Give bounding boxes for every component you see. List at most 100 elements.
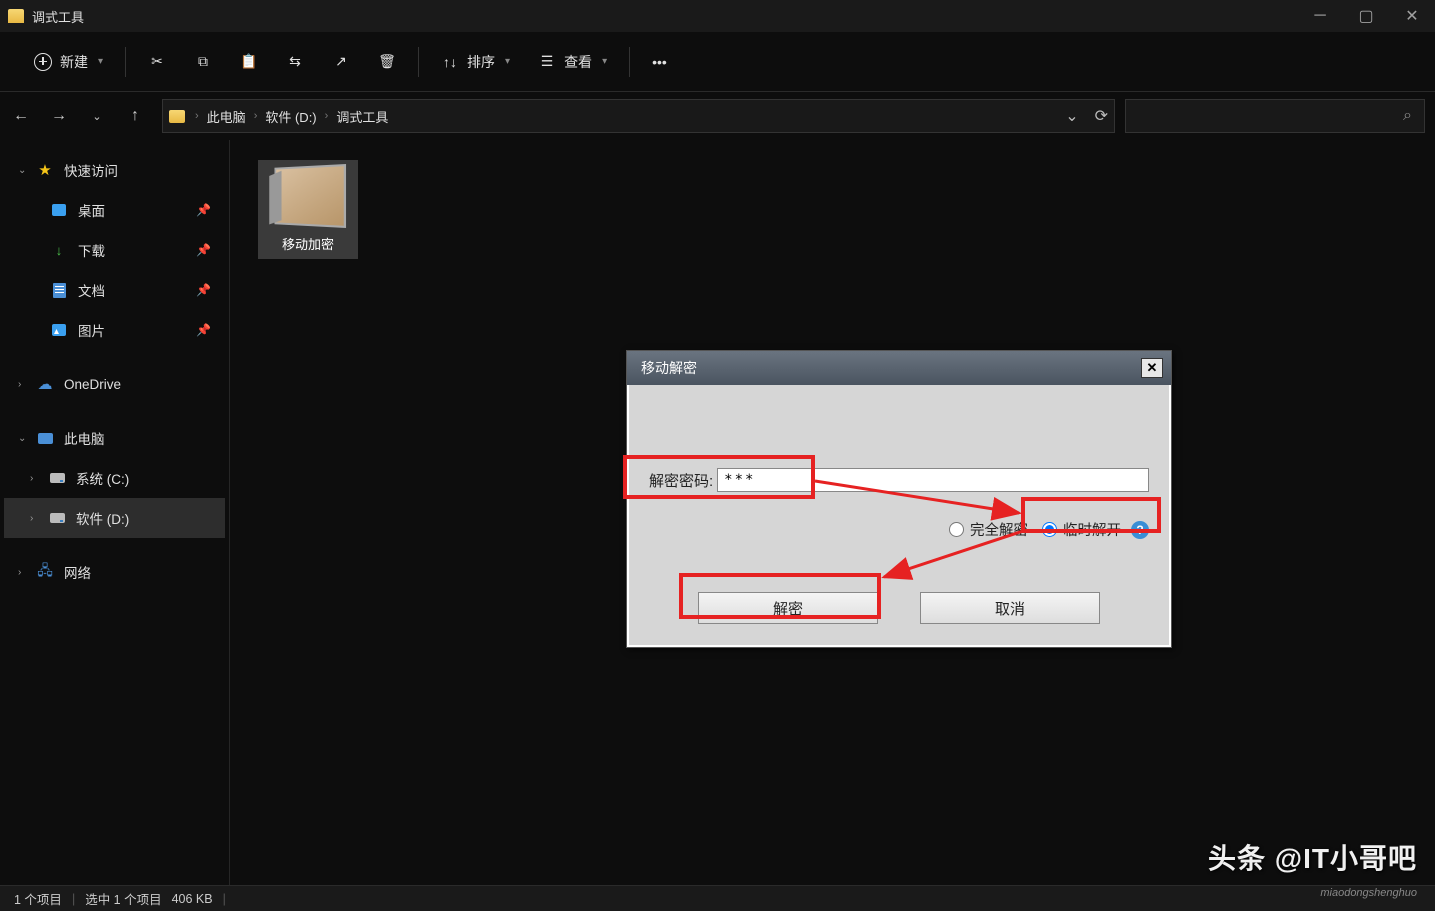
dialog-body: 解密密码: 完全解密 临时解开 ? 解密 取消 — [627, 385, 1171, 647]
pin-icon: 📌 — [196, 283, 211, 297]
window-title: 调式工具 — [32, 7, 1297, 26]
close-button[interactable]: ✕ — [1389, 0, 1435, 32]
decrypt-dialog: 移动解密 ✕ 解密密码: 完全解密 临时解开 ? 解密 取消 — [626, 350, 1172, 648]
cancel-button[interactable]: 取消 — [920, 592, 1100, 624]
sidebar-desktop[interactable]: 桌面 📌 — [4, 190, 225, 230]
sort-label: 排序 — [467, 52, 495, 72]
chevron-right-icon: › — [18, 379, 32, 390]
status-bar: 1 个项目 | 选中 1 个项目 406 KB | — [0, 885, 1435, 911]
sidebar-item-label: 软件 (D:) — [76, 508, 129, 528]
file-item[interactable]: 移动加密 — [258, 160, 358, 259]
breadcrumb-part[interactable]: 此电脑 — [205, 107, 248, 126]
maximize-button[interactable]: ▢ — [1343, 0, 1389, 32]
new-label: 新建 — [60, 52, 88, 72]
sidebar-drive-d[interactable]: › 软件 (D:) — [4, 498, 225, 538]
dialog-button-row: 解密 取消 — [649, 592, 1149, 624]
network-icon: 🖧 — [36, 564, 54, 580]
sidebar-item-label: 快速访问 — [64, 160, 118, 180]
chevron-right-icon: › — [319, 110, 335, 122]
delete-button[interactable]: 🗑 — [368, 44, 406, 80]
sidebar-downloads[interactable]: ↓ 下载 📌 — [4, 230, 225, 270]
forward-button[interactable]: → — [42, 99, 76, 133]
sort-button[interactable]: ↑↓ 排序 ▾ — [431, 44, 520, 80]
chevron-down-icon: ▾ — [505, 56, 510, 67]
sidebar-quick-access[interactable]: ⌄ ★ 快速访问 — [4, 150, 225, 190]
rename-icon: ⇆ — [286, 53, 304, 71]
folder-encrypted-icon — [274, 164, 346, 228]
status-size: 406 KB — [172, 892, 213, 906]
decrypt-button[interactable]: 解密 — [698, 592, 878, 624]
dialog-close-button[interactable]: ✕ — [1141, 358, 1163, 378]
password-input[interactable] — [717, 468, 1149, 492]
more-button[interactable]: ••• — [642, 44, 677, 80]
minimize-button[interactable]: ─ — [1297, 0, 1343, 32]
disk-icon — [48, 470, 66, 486]
titlebar: 调式工具 ─ ▢ ✕ — [0, 0, 1435, 32]
file-label: 移动加密 — [264, 234, 352, 253]
disk-icon — [48, 510, 66, 526]
sidebar-onedrive[interactable]: › ☁ OneDrive — [4, 364, 225, 404]
plus-icon — [34, 53, 52, 71]
up-button[interactable]: ↑ — [118, 99, 152, 133]
refresh-button[interactable]: ⟳ — [1095, 106, 1108, 126]
chevron-right-icon: › — [189, 110, 205, 122]
chevron-down-icon: ⌄ — [18, 165, 32, 176]
recent-button[interactable]: ⌄ — [80, 99, 114, 133]
folder-icon — [169, 110, 185, 123]
pc-icon — [36, 430, 54, 446]
breadcrumb-part[interactable]: 软件 (D:) — [263, 107, 318, 126]
chevron-down-icon: ▾ — [602, 56, 607, 67]
back-button[interactable]: ← — [4, 99, 38, 133]
chevron-down-icon: ▾ — [98, 56, 103, 67]
breadcrumb-part[interactable]: 调式工具 — [334, 107, 390, 126]
paste-button[interactable]: 📋 — [230, 44, 268, 80]
chevron-right-icon: › — [248, 110, 264, 122]
radio-temp-unlock[interactable] — [1042, 522, 1057, 537]
download-icon: ↓ — [50, 242, 68, 258]
help-icon[interactable]: ? — [1131, 521, 1149, 539]
share-icon: ↗ — [332, 53, 350, 71]
share-button[interactable]: ↗ — [322, 44, 360, 80]
search-icon: ⌕ — [1403, 107, 1412, 125]
search-input[interactable]: ⌕ — [1125, 99, 1425, 133]
content-area[interactable]: 移动加密 移动解密 ✕ 解密密码: 完全解密 临时解开 ? — [230, 140, 1435, 885]
sidebar-drive-c[interactable]: › 系统 (C:) — [4, 458, 225, 498]
separator — [125, 47, 126, 77]
sidebar-this-pc[interactable]: ⌄ 此电脑 — [4, 418, 225, 458]
star-icon: ★ — [36, 162, 54, 178]
sidebar-documents[interactable]: 文档 📌 — [4, 270, 225, 310]
sort-icon: ↑↓ — [441, 53, 459, 71]
chevron-down-icon: ⌄ — [18, 433, 32, 444]
sidebar-item-label: 桌面 — [78, 200, 105, 220]
pin-icon: 📌 — [196, 243, 211, 257]
radio-full-label: 完全解密 — [970, 519, 1028, 540]
chevron-right-icon: › — [30, 513, 44, 524]
copy-button[interactable]: ⧉ — [184, 44, 222, 80]
address-bar[interactable]: › 此电脑 › 软件 (D:) › 调式工具 ⌄ ⟳ — [162, 99, 1115, 133]
status-count: 1 个项目 — [14, 889, 62, 908]
cut-button[interactable]: ✂ — [138, 44, 176, 80]
watermark-small: miaodongshenghuo — [1320, 887, 1417, 899]
sidebar: ⌄ ★ 快速访问 桌面 📌 ↓ 下载 📌 文档 📌 图片 📌 › ☁ O — [0, 140, 230, 885]
chevron-down-icon[interactable]: ⌄ — [1065, 106, 1078, 126]
pin-icon: 📌 — [196, 323, 211, 337]
folder-icon — [8, 9, 24, 23]
status-selected: 选中 1 个项目 — [85, 889, 161, 908]
separator — [418, 47, 419, 77]
dialog-titlebar[interactable]: 移动解密 ✕ — [627, 351, 1171, 385]
new-button[interactable]: 新建 ▾ — [24, 44, 113, 80]
sidebar-pictures[interactable]: 图片 📌 — [4, 310, 225, 350]
sidebar-item-label: 下载 — [78, 240, 105, 260]
chevron-right-icon: › — [30, 473, 44, 484]
password-label: 解密密码: — [649, 470, 713, 491]
document-icon — [50, 282, 68, 298]
sidebar-item-label: 系统 (C:) — [76, 468, 129, 488]
scissors-icon: ✂ — [148, 53, 166, 71]
rename-button[interactable]: ⇆ — [276, 44, 314, 80]
sidebar-item-label: 图片 — [78, 320, 105, 340]
toolbar: 新建 ▾ ✂ ⧉ 📋 ⇆ ↗ 🗑 ↑↓ 排序 ▾ ☰ 查看 ▾ ••• — [0, 32, 1435, 92]
radio-full-decrypt[interactable] — [949, 522, 964, 537]
view-button[interactable]: ☰ 查看 ▾ — [528, 44, 617, 80]
radio-temp-label: 临时解开 — [1063, 519, 1121, 540]
sidebar-network[interactable]: › 🖧 网络 — [4, 552, 225, 592]
